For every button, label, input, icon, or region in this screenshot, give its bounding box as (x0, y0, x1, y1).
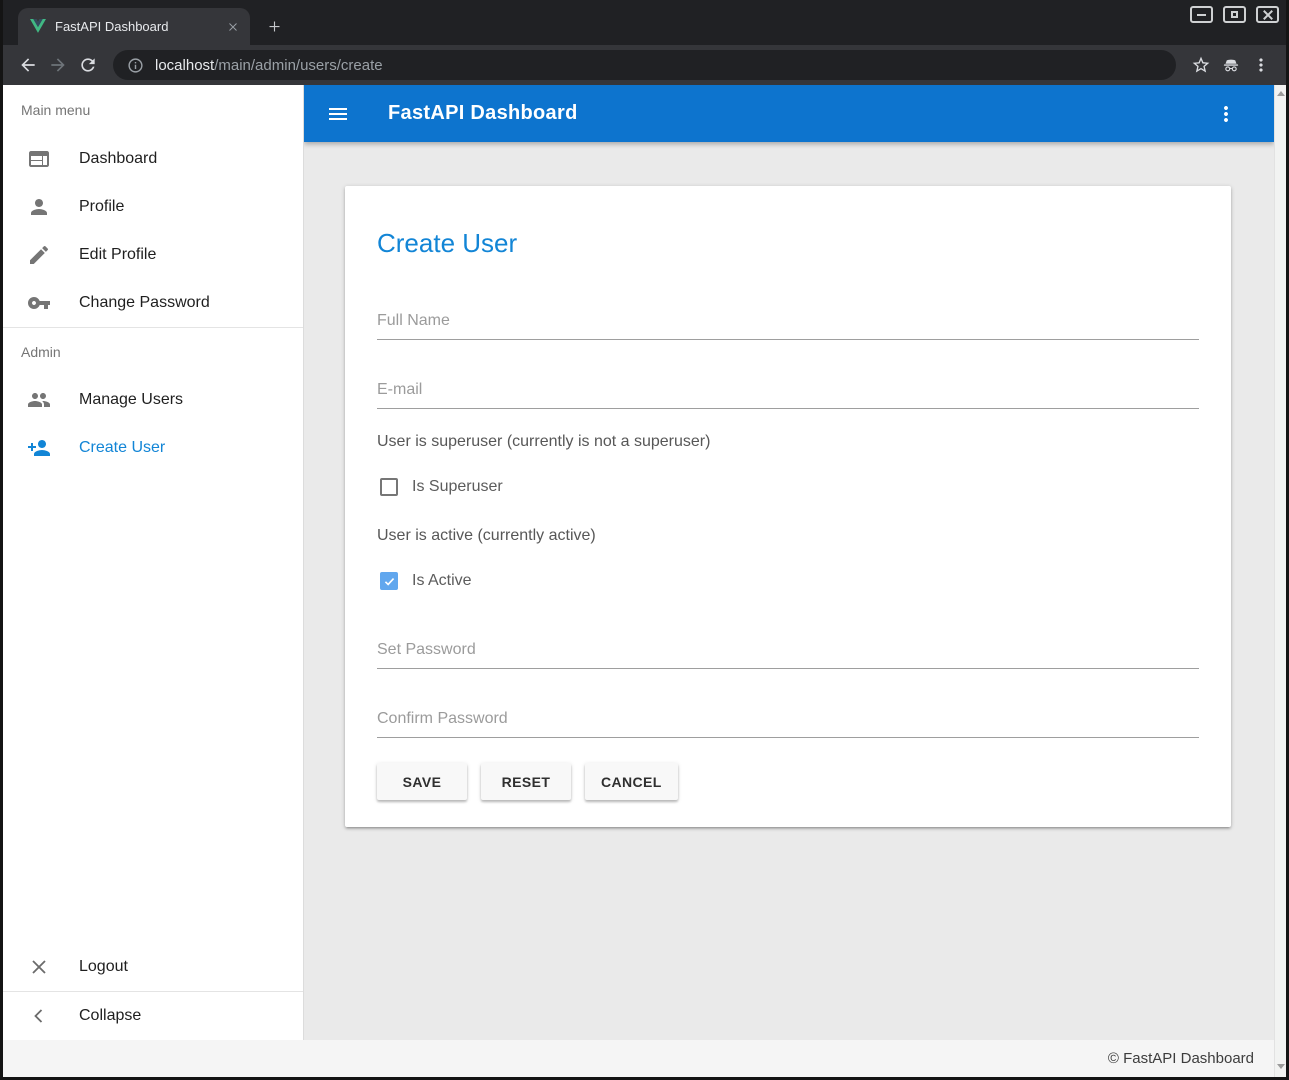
person-add-icon (27, 436, 51, 460)
maximize-icon (1231, 11, 1238, 18)
incognito-icon (1216, 50, 1246, 80)
sidebar-section-admin: Admin (3, 328, 303, 376)
app-bar-menu-icon[interactable] (1206, 94, 1246, 134)
sidebar-section-main-menu: Main menu (3, 85, 303, 135)
footer: © FastAPI Dashboard (3, 1040, 1286, 1077)
vue-logo-icon (30, 19, 46, 34)
sidebar-item-collapse[interactable]: Collapse (3, 992, 303, 1040)
bookmark-star-icon[interactable] (1186, 50, 1216, 80)
active-hint: User is active (currently active) (377, 527, 1199, 545)
browser-menu-icon[interactable] (1246, 50, 1276, 80)
confirm-password-input[interactable] (377, 706, 1199, 738)
minimize-button[interactable] (1190, 6, 1213, 23)
key-icon (27, 291, 51, 315)
page-title: Create User (377, 228, 1199, 258)
forward-button[interactable] (43, 50, 73, 80)
cancel-button[interactable]: CANCEL (585, 763, 678, 800)
sidebar-item-manage-users[interactable]: Manage Users (3, 376, 303, 424)
back-button[interactable] (13, 50, 43, 80)
scroll-up-arrow-icon[interactable] (1277, 91, 1285, 96)
tab-close-icon[interactable] (224, 18, 242, 36)
sidebar-item-profile[interactable]: Profile (3, 183, 303, 231)
scroll-down-arrow-icon[interactable] (1277, 1064, 1285, 1069)
url-host: localhost (155, 57, 214, 74)
set-password-input[interactable] (377, 637, 1199, 669)
create-user-card: Create User User is superuser (currently… (345, 186, 1231, 827)
web-icon (27, 147, 51, 171)
tab-title: FastAPI Dashboard (55, 19, 215, 34)
url-text: localhost/main/admin/users/create (155, 57, 383, 74)
sidebar-item-edit-profile[interactable]: Edit Profile (3, 231, 303, 279)
superuser-checkbox-row[interactable]: Is Superuser (380, 478, 1199, 496)
active-checkbox-label: Is Active (412, 572, 472, 590)
browser-toolbar: localhost/main/admin/users/create (3, 45, 1286, 85)
close-button[interactable] (1256, 6, 1279, 23)
active-checkbox-row[interactable]: Is Active (380, 572, 1199, 590)
full-name-field-wrap (377, 308, 1199, 340)
sidebar-item-label: Create User (79, 439, 165, 457)
hamburger-menu-icon[interactable] (318, 94, 358, 134)
url-path: /main/admin/users/create (214, 57, 382, 74)
sidebar-item-label: Edit Profile (79, 246, 156, 264)
reset-button[interactable]: RESET (481, 763, 571, 800)
page: Main menu Dashboard Profile Edit Profile (3, 85, 1286, 1077)
save-button[interactable]: SAVE (377, 763, 467, 800)
app-bar-title: FastAPI Dashboard (388, 102, 578, 125)
sidebar-item-logout[interactable]: Logout (3, 943, 303, 991)
email-field-wrap (377, 377, 1199, 409)
new-tab-button[interactable] (260, 12, 288, 40)
app-bar: FastAPI Dashboard (304, 85, 1274, 142)
pencil-icon (27, 243, 51, 267)
maximize-button[interactable] (1223, 6, 1246, 23)
close-icon (1263, 10, 1273, 20)
footer-copyright: © FastAPI Dashboard (1108, 1050, 1254, 1067)
sidebar-item-label: Logout (79, 958, 128, 976)
window-controls (1190, 6, 1279, 23)
content-area: Create User User is superuser (currently… (304, 142, 1274, 827)
form-actions: SAVE RESET CANCEL (377, 763, 1199, 800)
main-area: FastAPI Dashboard Create User User is su… (304, 85, 1274, 1040)
chevron-left-icon (27, 1004, 51, 1028)
sidebar-item-label: Manage Users (79, 391, 183, 409)
browser-tab-strip: FastAPI Dashboard (3, 0, 1286, 45)
minimize-icon (1197, 14, 1206, 16)
sidebar: Main menu Dashboard Profile Edit Profile (3, 85, 304, 1040)
group-icon (27, 388, 51, 412)
email-input[interactable] (377, 377, 1199, 409)
sidebar-item-dashboard[interactable]: Dashboard (3, 135, 303, 183)
superuser-hint: User is superuser (currently is not a su… (377, 433, 1199, 451)
sidebar-item-label: Dashboard (79, 150, 157, 168)
sidebar-item-label: Profile (79, 198, 124, 216)
reload-button[interactable] (73, 50, 103, 80)
site-info-icon[interactable] (127, 57, 144, 74)
check-icon (383, 575, 396, 588)
confirm-password-field-wrap (377, 706, 1199, 738)
close-x-icon (27, 955, 51, 979)
person-icon (27, 195, 51, 219)
browser-window: FastAPI Dashboard localhost/m (0, 0, 1289, 1080)
full-name-input[interactable] (377, 308, 1199, 340)
sidebar-item-label: Collapse (79, 1007, 141, 1025)
superuser-checkbox[interactable] (380, 478, 398, 496)
active-checkbox[interactable] (380, 572, 398, 590)
url-bar[interactable]: localhost/main/admin/users/create (113, 50, 1176, 80)
sidebar-item-create-user[interactable]: Create User (3, 424, 303, 472)
sidebar-item-change-password[interactable]: Change Password (3, 279, 303, 327)
superuser-checkbox-label: Is Superuser (412, 478, 503, 496)
sidebar-item-label: Change Password (79, 294, 210, 312)
sidebar-spacer (3, 472, 303, 943)
set-password-field-wrap (377, 637, 1199, 669)
page-scrollbar[interactable] (1274, 85, 1286, 1077)
browser-tab[interactable]: FastAPI Dashboard (18, 8, 250, 45)
